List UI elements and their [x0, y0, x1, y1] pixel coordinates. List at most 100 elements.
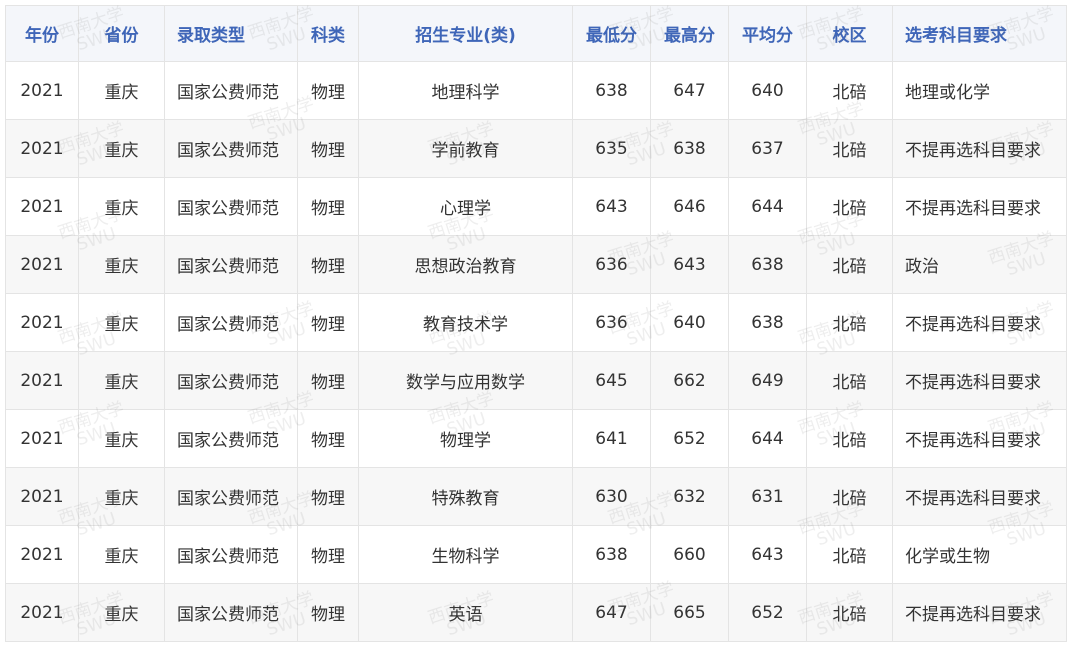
cell-admission-type: 国家公费师范 — [164, 293, 298, 352]
cell-min-score: 643 — [572, 177, 651, 236]
cell-min-score: 641 — [572, 409, 651, 468]
header-max-score: 最高分 — [650, 5, 729, 62]
cell-subject-category: 物理 — [297, 177, 359, 236]
cell-max-score: 632 — [650, 467, 729, 526]
cell-avg-score: 644 — [728, 409, 807, 468]
cell-max-score: 660 — [650, 525, 729, 584]
cell-admission-type: 国家公费师范 — [164, 235, 298, 294]
cell-major: 数学与应用数学 — [358, 351, 573, 410]
cell-elective-requirement: 化学或生物 — [892, 525, 1067, 584]
cell-province: 重庆 — [78, 525, 165, 584]
table-row: 2021 重庆 国家公费师范 物理 学前教育 635 638 637 北碚 不提再选科目要求 — [5, 119, 1067, 178]
cell-subject-category: 物理 — [297, 119, 359, 178]
table-row: 2021 重庆 国家公费师范 物理 英语 647 665 652 北碚 不提再选科目要求 — [5, 583, 1067, 642]
cell-avg-score: 649 — [728, 351, 807, 410]
cell-subject-category: 物理 — [297, 61, 359, 120]
cell-elective-requirement: 不提再选科目要求 — [892, 177, 1067, 236]
cell-avg-score: 631 — [728, 467, 807, 526]
cell-major: 生物科学 — [358, 525, 573, 584]
cell-province: 重庆 — [78, 409, 165, 468]
cell-province: 重庆 — [78, 61, 165, 120]
cell-max-score: 640 — [650, 293, 729, 352]
cell-province: 重庆 — [78, 293, 165, 352]
cell-major: 物理学 — [358, 409, 573, 468]
cell-year: 2021 — [5, 119, 79, 178]
cell-major: 心理学 — [358, 177, 573, 236]
cell-campus: 北碚 — [806, 119, 893, 178]
table-header-row: 年份 省份 录取类型 科类 招生专业(类) 最低分 最高分 平均分 校区 选考科… — [5, 5, 1067, 62]
cell-admission-type: 国家公费师范 — [164, 177, 298, 236]
cell-avg-score: 637 — [728, 119, 807, 178]
cell-subject-category: 物理 — [297, 409, 359, 468]
cell-subject-category: 物理 — [297, 293, 359, 352]
cell-max-score: 646 — [650, 177, 729, 236]
cell-campus: 北碚 — [806, 293, 893, 352]
cell-province: 重庆 — [78, 235, 165, 294]
header-year: 年份 — [5, 5, 79, 62]
cell-elective-requirement: 不提再选科目要求 — [892, 119, 1067, 178]
cell-year: 2021 — [5, 583, 79, 642]
cell-major: 英语 — [358, 583, 573, 642]
cell-major: 特殊教育 — [358, 467, 573, 526]
cell-year: 2021 — [5, 409, 79, 468]
cell-admission-type: 国家公费师范 — [164, 119, 298, 178]
cell-campus: 北碚 — [806, 525, 893, 584]
cell-subject-category: 物理 — [297, 235, 359, 294]
cell-min-score: 636 — [572, 293, 651, 352]
cell-min-score: 636 — [572, 235, 651, 294]
cell-year: 2021 — [5, 177, 79, 236]
header-admission-type: 录取类型 — [164, 5, 298, 62]
cell-min-score: 635 — [572, 119, 651, 178]
cell-admission-type: 国家公费师范 — [164, 409, 298, 468]
cell-elective-requirement: 不提再选科目要求 — [892, 583, 1067, 642]
cell-min-score: 638 — [572, 61, 651, 120]
cell-elective-requirement: 不提再选科目要求 — [892, 293, 1067, 352]
header-subject-category: 科类 — [297, 5, 359, 62]
cell-elective-requirement: 不提再选科目要求 — [892, 351, 1067, 410]
cell-max-score: 647 — [650, 61, 729, 120]
header-province: 省份 — [78, 5, 165, 62]
cell-max-score: 643 — [650, 235, 729, 294]
cell-avg-score: 644 — [728, 177, 807, 236]
cell-min-score: 645 — [572, 351, 651, 410]
cell-year: 2021 — [5, 235, 79, 294]
cell-min-score: 647 — [572, 583, 651, 642]
cell-province: 重庆 — [78, 583, 165, 642]
header-elective-requirement: 选考科目要求 — [892, 5, 1067, 62]
header-campus: 校区 — [806, 5, 893, 62]
cell-admission-type: 国家公费师范 — [164, 525, 298, 584]
cell-province: 重庆 — [78, 351, 165, 410]
cell-campus: 北碚 — [806, 409, 893, 468]
cell-province: 重庆 — [78, 467, 165, 526]
table-row: 2021 重庆 国家公费师范 物理 数学与应用数学 645 662 649 北碚 不提再选科目要求 — [5, 351, 1067, 410]
cell-max-score: 662 — [650, 351, 729, 410]
cell-admission-type: 国家公费师范 — [164, 61, 298, 120]
cell-min-score: 630 — [572, 467, 651, 526]
cell-province: 重庆 — [78, 119, 165, 178]
cell-subject-category: 物理 — [297, 525, 359, 584]
cell-elective-requirement: 不提再选科目要求 — [892, 467, 1067, 526]
header-major: 招生专业(类) — [358, 5, 573, 62]
cell-year: 2021 — [5, 351, 79, 410]
table-row: 2021 重庆 国家公费师范 物理 地理科学 638 647 640 北碚 地理或化学 — [5, 61, 1067, 120]
cell-admission-type: 国家公费师范 — [164, 467, 298, 526]
cell-avg-score: 638 — [728, 235, 807, 294]
table-row: 2021 重庆 国家公费师范 物理 物理学 641 652 644 北碚 不提再选科目要求 — [5, 409, 1067, 468]
cell-campus: 北碚 — [806, 235, 893, 294]
cell-admission-type: 国家公费师范 — [164, 351, 298, 410]
cell-campus: 北碚 — [806, 467, 893, 526]
cell-year: 2021 — [5, 525, 79, 584]
table-row: 2021 重庆 国家公费师范 物理 生物科学 638 660 643 北碚 化学或生物 — [5, 525, 1067, 584]
table-row: 2021 重庆 国家公费师范 物理 思想政治教育 636 643 638 北碚 政治 — [5, 235, 1067, 294]
cell-campus: 北碚 — [806, 583, 893, 642]
cell-subject-category: 物理 — [297, 351, 359, 410]
cell-admission-type: 国家公费师范 — [164, 583, 298, 642]
cell-year: 2021 — [5, 61, 79, 120]
header-min-score: 最低分 — [572, 5, 651, 62]
cell-elective-requirement: 不提再选科目要求 — [892, 409, 1067, 468]
cell-elective-requirement: 地理或化学 — [892, 61, 1067, 120]
cell-max-score: 665 — [650, 583, 729, 642]
cell-elective-requirement: 政治 — [892, 235, 1067, 294]
cell-campus: 北碚 — [806, 61, 893, 120]
cell-avg-score: 640 — [728, 61, 807, 120]
